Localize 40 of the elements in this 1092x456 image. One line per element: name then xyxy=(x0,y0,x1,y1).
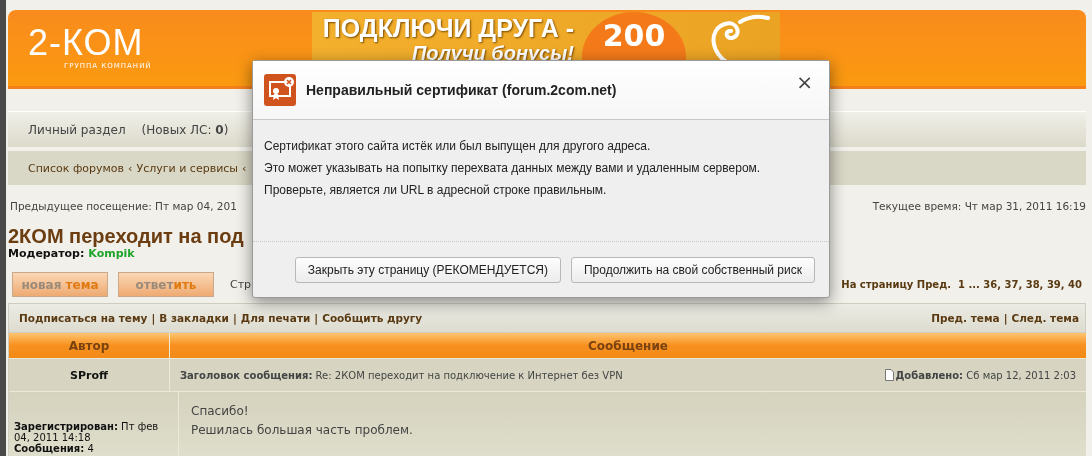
topic-link[interactable]: Подписаться на тему xyxy=(19,312,148,324)
post-text: Решилась большая часть проблем. xyxy=(191,423,413,437)
breadcrumb-link[interactable]: Список форумов xyxy=(28,161,125,175)
breadcrumb-separator: ‹ xyxy=(128,161,133,175)
ad-headline: ПОДКЛЮЧИ ДРУГА - xyxy=(322,14,574,42)
link-separator: | xyxy=(1003,312,1008,324)
breadcrumb-link[interactable]: Услуги и сервисы xyxy=(136,161,238,175)
link-separator: | xyxy=(232,312,237,324)
link-separator: | xyxy=(151,312,156,324)
nav-link[interactable]: Личный раздел xyxy=(28,122,126,137)
pagination-links[interactable]: На страницу Пред. 1 ... 36, 37, 38, 39, 40 xyxy=(841,279,1086,290)
topic-nav-link[interactable]: След. тема xyxy=(1011,312,1079,324)
topic-link[interactable]: Сообщить другу xyxy=(322,312,423,324)
profile-detail: Сообщения: 4 xyxy=(14,443,94,454)
topic-link[interactable]: В закладки xyxy=(159,312,229,324)
ad-subline: Получи бонусы! xyxy=(412,42,574,64)
last-visit-text: Предыдущее посещение: Пт мар 04, 201 xyxy=(10,200,237,212)
topic-nav-link[interactable]: Пред. тема xyxy=(931,312,1000,324)
topic-link[interactable]: Для печати xyxy=(240,312,311,324)
current-time-text: Текущее время: Чт мар 31, 2011 16:19 xyxy=(872,200,1086,212)
dialog-message: Проверьте, является ли URL в адресной строке правильным. xyxy=(264,183,608,197)
certificate-error-icon xyxy=(264,74,296,106)
author-name[interactable]: SProff xyxy=(70,368,108,382)
close-button[interactable]: × xyxy=(792,70,817,94)
document-icon[interactable] xyxy=(885,369,895,381)
profile-detail: Зарегистрирован: Пт фев 04, 2011 14:18 xyxy=(14,421,160,443)
dialog-button[interactable]: Закрыть эту страницу (РЕКОМЕНДУЕТСЯ) xyxy=(294,256,561,283)
dialog-button[interactable]: Продолжить на свой собственный риск xyxy=(570,256,815,283)
post-subject: Заголовок сообщения: Re: 2КОМ переходит на подключение к Интернет без VPN xyxy=(180,369,623,381)
link-separator: | xyxy=(314,312,319,324)
dialog-message: Сертификат этого сайта истёк или был выпущен для другого адреса. xyxy=(264,139,652,153)
pages-text: Стр xyxy=(230,278,252,291)
nav-link[interactable]: (Новых ЛС: 0) xyxy=(141,122,229,137)
column-header: Сообщение xyxy=(587,337,669,355)
post-text: Спасибо! xyxy=(191,404,249,418)
posted-date: Добавлено: Сб мар 12, 2011 2:03 xyxy=(895,369,1076,381)
dialog-message: Это может указывать на попытку перехвата данных между вами и удаленным сервером. xyxy=(264,161,762,175)
dialog-title: Неправильный сертификат (forum.2com.net) xyxy=(306,82,618,98)
moderator-label: Модератор: xyxy=(8,247,85,260)
breadcrumb-separator: ‹ xyxy=(242,161,247,175)
